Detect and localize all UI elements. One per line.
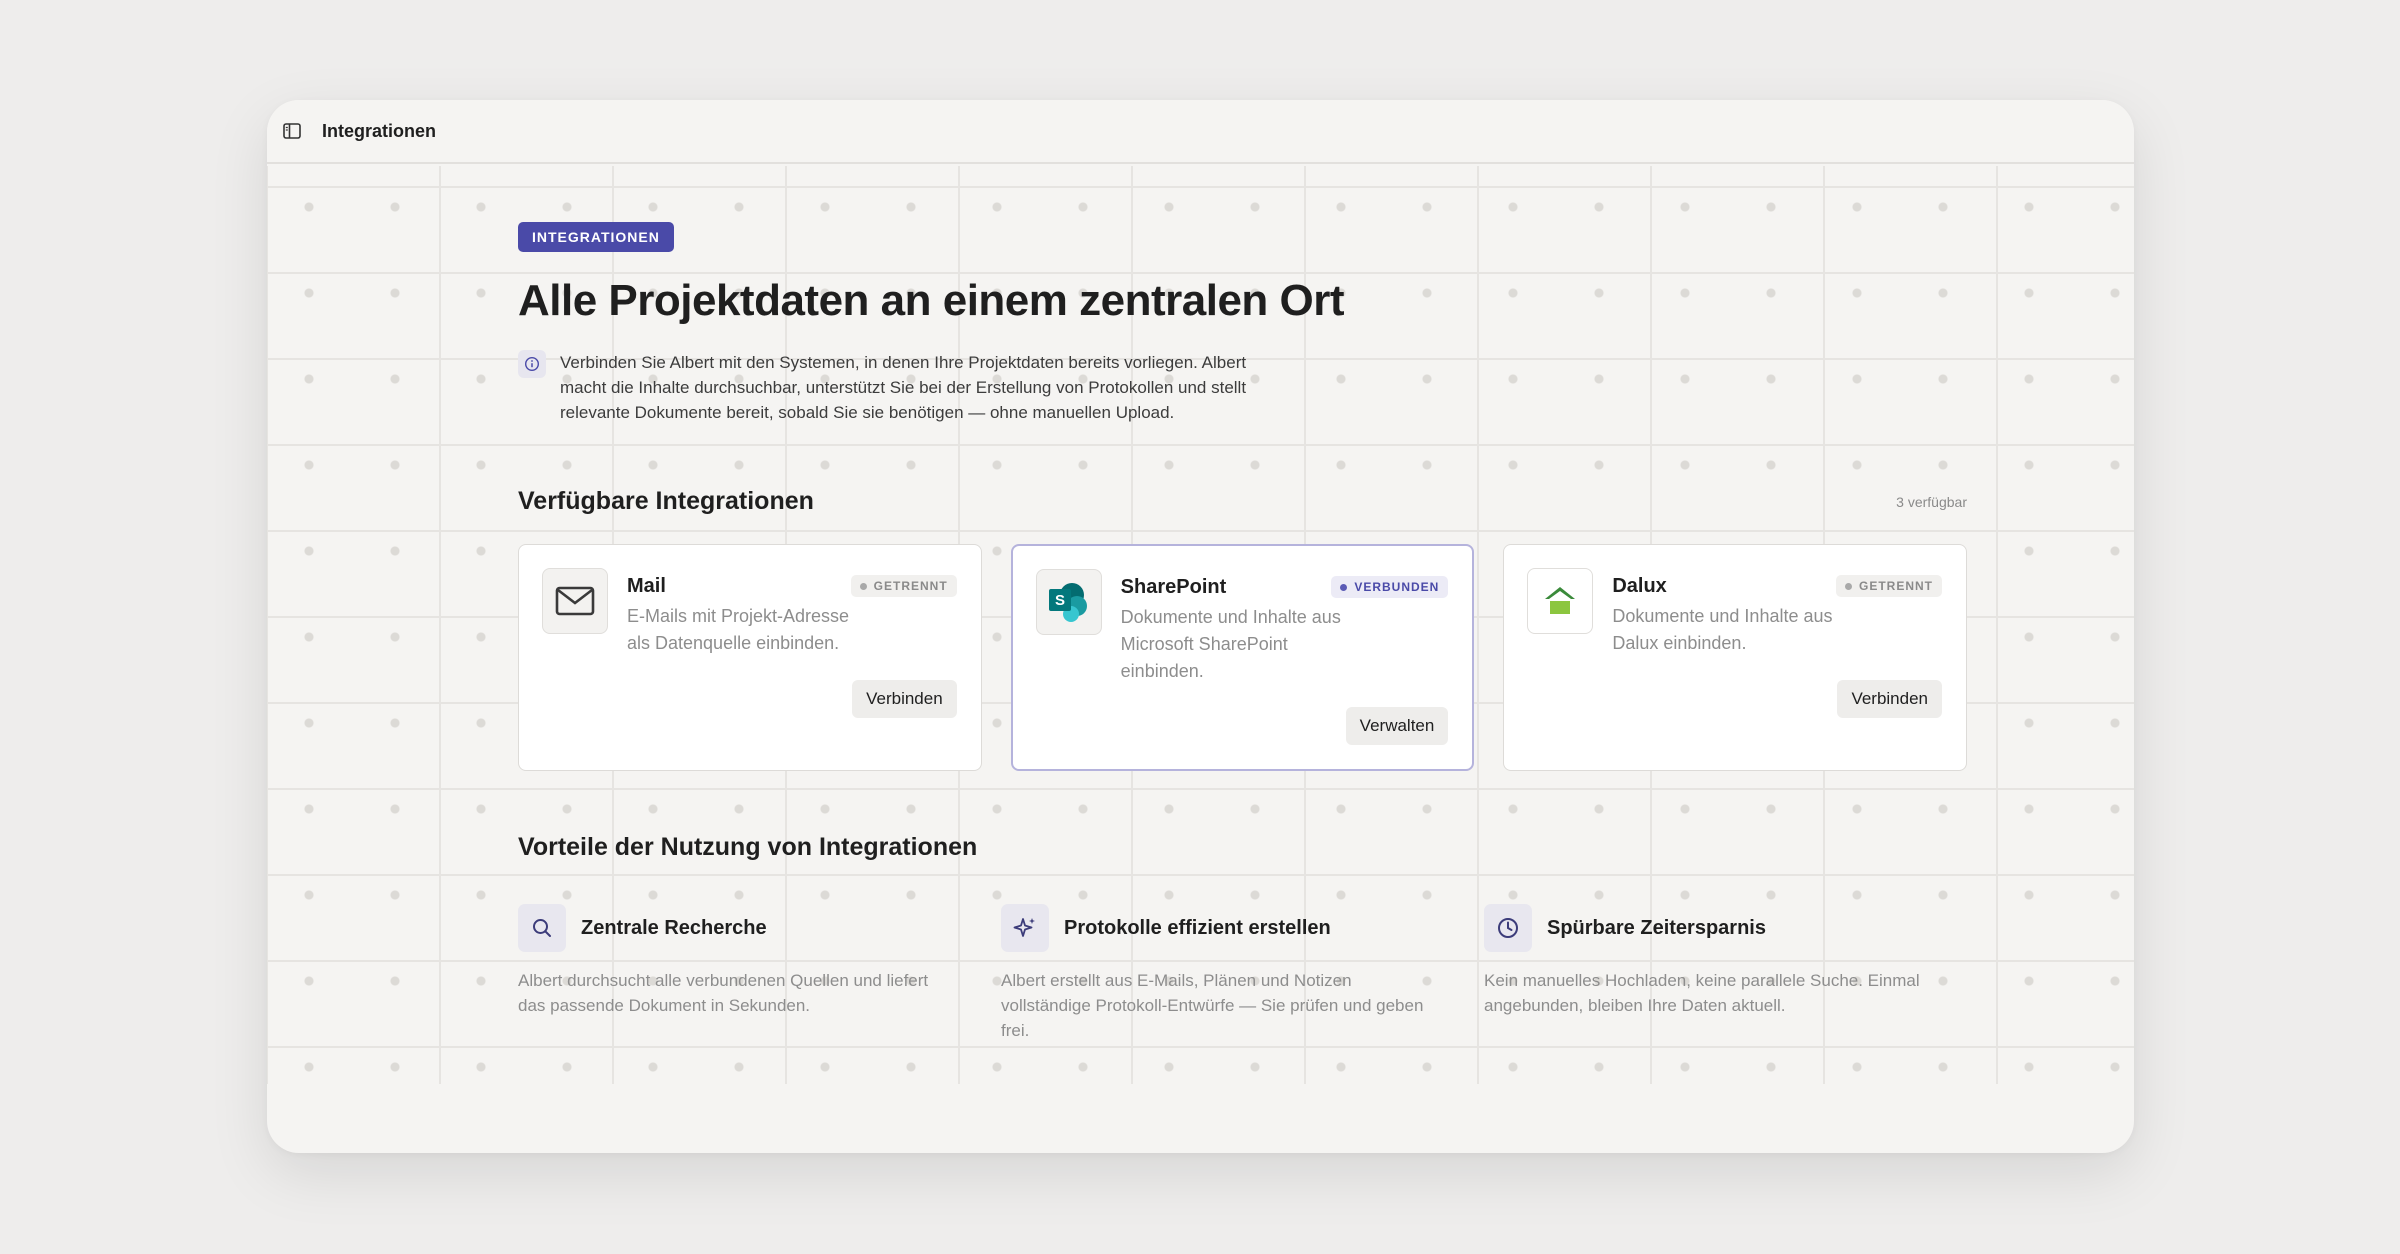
info-icon [518,350,546,378]
sidebar-toggle-icon[interactable] [280,119,304,143]
card-name: SharePoint [1120,576,1227,598]
connect-dalux-button[interactable]: Verbinden [1837,680,1943,718]
benefit-title: Zentrale Recherche [581,916,767,939]
status-badge: GETRENNT [1836,575,1943,597]
dalux-logo [1527,568,1594,634]
available-count: 3 verfügbar [1896,494,1967,510]
top-bar: Integrationen [267,100,2134,164]
manage-sharepoint-button[interactable]: Verwalten [1345,707,1449,745]
benefit-text: Albert durchsucht alle verbundenen Quell… [518,971,929,1015]
page-title: Integrationen [322,120,437,141]
benefit-title: Protokolle effizient erstellen [1064,916,1331,939]
benefit-item: Protokolle effizient erstellen Albert er… [1001,904,1484,1043]
card-name: Mail [627,575,666,597]
integration-card-dalux: Dalux GETRENNT Dokumente und Inhalte aus… [1503,544,1968,771]
benefit-head: Protokolle effizient erstellen [1001,904,1484,952]
status-label: GETRENNT [1859,579,1934,593]
integration-card-sharepoint: S SharePoint VERBUNDEN Dokumente und Inh… [1010,544,1475,771]
benefit-head: Zentrale Recherche [518,904,1001,952]
benefit-text: Kein manuelles Hochladen, keine parallel… [1484,971,1920,1015]
integrations-header: Verfügbare Integrationen 3 verfügbar [518,487,1967,516]
mail-icon [542,568,608,634]
status-badge: GETRENNT [850,575,957,597]
integration-card-mail: Mail GETRENNT E-Mails mit Projekt-Adress… [518,544,982,771]
card-description: Dokumente und Inhalte aus Microsoft Shar… [1120,607,1341,681]
info-note: Verbinden Sie Albert mit den Systemen, i… [518,350,1278,425]
svg-text:S: S [1055,592,1065,609]
app-window: Integrationen INTEGRATIONEN Alle Projekt… [267,100,2134,1153]
search-icon [518,904,566,952]
connect-mail-button[interactable]: Verbinden [852,680,957,718]
benefit-text: Albert erstellt aus E-Mails, Plänen und … [1001,971,1424,1040]
card-name: Dalux [1612,575,1667,597]
benefit-item: Zentrale Recherche Albert durchsucht all… [518,904,1001,1043]
status-label: VERBUNDEN [1354,580,1440,594]
section-badge: INTEGRATIONEN [518,222,674,252]
card-description: Dokumente und Inhalte aus Dalux einbinde… [1612,606,1833,653]
card-description: E-Mails mit Projekt-Adresse als Datenque… [627,606,850,653]
benefit-head: Spürbare Zeitersparnis [1484,904,1967,952]
status-dot [859,582,867,590]
clock-icon [1484,904,1532,952]
main-content: INTEGRATIONEN Alle Projektdaten an einem… [518,222,1968,1043]
status-label: GETRENNT [873,579,948,593]
benefit-item: Spürbare Zeitersparnis Kein manuelles Ho… [1484,904,1967,1043]
sparkle-icon [1001,904,1049,952]
headline: Alle Projektdaten an einem zentralen Ort [518,276,1345,325]
sharepoint-logo: S [1035,569,1102,635]
status-dot [1340,583,1348,591]
benefits-title: Vorteile der Nutzung von Integrationen [518,833,978,861]
status-badge: VERBUNDEN [1331,576,1449,598]
benefit-title: Spürbare Zeitersparnis [1547,916,1766,939]
integration-cards: Mail GETRENNT E-Mails mit Projekt-Adress… [518,544,1968,771]
integrations-title: Verfügbare Integrationen [518,487,814,515]
status-dot [1845,582,1853,590]
benefits-list: Zentrale Recherche Albert durchsucht all… [518,904,1967,1043]
info-text: Verbinden Sie Albert mit den Systemen, i… [560,353,1247,422]
